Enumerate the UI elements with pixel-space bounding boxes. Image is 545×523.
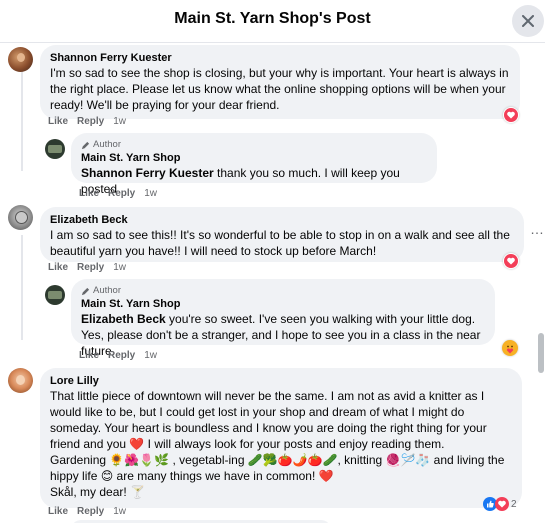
comment-text-line: friend and you ❤️ I will always look for… [50, 437, 445, 451]
dialog-header: Main St. Yarn Shop's Post [0, 0, 545, 43]
avatar[interactable] [8, 368, 33, 393]
comment-text-line: someday. Your heart is boundless and I k… [50, 421, 487, 435]
reply-bubble: Author Main St. Yarn Shop Elizabeth Beck… [71, 279, 495, 358]
reply-bubble: Author Main St. Yarn Shop Shannon Ferry … [71, 133, 437, 196]
comment-bubble: Elizabeth Beck I am so sad to see this!!… [40, 207, 524, 262]
comment-author[interactable]: Elizabeth Beck [50, 213, 514, 227]
reply-button[interactable]: Reply [108, 188, 135, 199]
comment-time[interactable]: 1w [144, 188, 157, 199]
comment-author[interactable]: Shannon Ferry Kuester [50, 51, 510, 65]
avatar[interactable] [45, 139, 65, 159]
comment-author[interactable]: Lore Lilly [50, 374, 512, 388]
like-button[interactable]: Like [48, 116, 68, 127]
comment-text-line: Gardening 🌻🌺🌷🌿 , vegetabl-ing 🥒🥦🍅🌶️🍅🥒, k… [50, 453, 505, 467]
comments-list[interactable]: Shannon Ferry Kuester I'm so sad to see … [0, 43, 545, 523]
reaction-count: 2 [511, 498, 517, 510]
comment-bubble: Shannon Ferry Kuester I'm so sad to see … [40, 45, 520, 119]
like-button[interactable]: Like [48, 262, 68, 273]
comment-actions: Like Reply 1w [79, 188, 157, 199]
comment-actions: Like Reply 1w [79, 350, 157, 361]
comment-actions: Like Reply 1w [48, 262, 126, 273]
author-badge: Author [81, 139, 427, 151]
like-button[interactable]: Like [79, 350, 99, 361]
more-options-button[interactable]: … [530, 221, 545, 237]
reply-button[interactable]: Reply [108, 350, 135, 361]
reaction-indicator[interactable] [502, 340, 518, 356]
like-button[interactable]: Like [79, 188, 99, 199]
avatar[interactable] [8, 47, 33, 72]
comment-time[interactable]: 1w [113, 506, 126, 517]
comment-text-line: That little piece of downtown will never… [50, 389, 485, 403]
thread-line [21, 235, 23, 340]
thread-line [21, 71, 23, 171]
avatar[interactable] [45, 285, 65, 305]
reply-button[interactable]: Reply [77, 262, 104, 273]
comment-time[interactable]: 1w [113, 262, 126, 273]
heart-reaction-icon [504, 108, 518, 122]
reply-button[interactable]: Reply [77, 506, 104, 517]
avatar[interactable] [8, 205, 33, 230]
comment-time[interactable]: 1w [144, 350, 157, 361]
comment-author[interactable]: Main St. Yarn Shop [81, 297, 485, 311]
comment-text-line: would like to be, but I could get lost i… [50, 405, 465, 419]
heart-reaction-icon [504, 254, 518, 268]
close-icon [522, 15, 534, 27]
care-reaction-icon [503, 341, 517, 355]
comment-bubble: Lore Lilly That little piece of downtown… [40, 368, 522, 508]
comment-time[interactable]: 1w [113, 116, 126, 127]
comment-actions: Like Reply 1w [48, 506, 126, 517]
comment-text: I'm so sad to see the shop is closing, b… [50, 66, 509, 112]
comment-text-line: Skål, my dear! 🍸 [50, 485, 145, 499]
comment-text: I am so sad to see this!! It's so wonder… [50, 228, 510, 258]
mention-link[interactable]: Elizabeth Beck [81, 312, 166, 326]
like-button[interactable]: Like [48, 506, 68, 517]
reply-button[interactable]: Reply [77, 116, 104, 127]
pencil-icon [81, 141, 90, 149]
pencil-icon [81, 287, 90, 295]
reaction-indicator[interactable]: 2 [483, 497, 517, 511]
scrollbar[interactable] [538, 333, 544, 373]
heart-reaction-icon [495, 497, 509, 511]
reaction-indicator[interactable] [503, 253, 519, 269]
comment-text-line: hippy life 😊 are many things we have in … [50, 469, 334, 483]
mention-link[interactable]: Shannon Ferry Kuester [81, 166, 214, 180]
author-badge: Author [81, 285, 485, 297]
reaction-indicator[interactable] [503, 107, 519, 123]
comment-actions: Like Reply 1w [48, 116, 126, 127]
comment-author[interactable]: Main St. Yarn Shop [81, 151, 427, 165]
comment-text: That little piece of downtown will never… [50, 388, 512, 500]
close-button[interactable] [512, 5, 544, 37]
dialog-title: Main St. Yarn Shop's Post [174, 10, 371, 27]
